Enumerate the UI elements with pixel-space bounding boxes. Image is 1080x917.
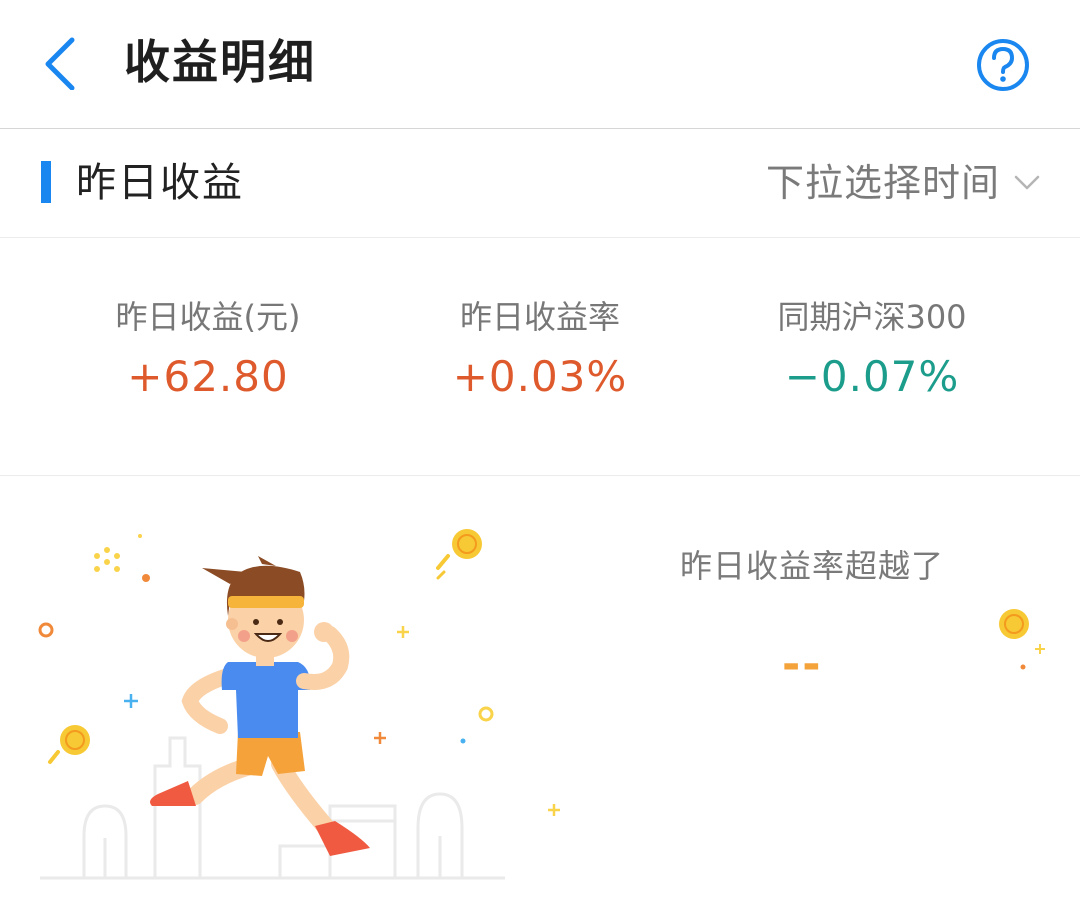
stat-value: +62.80 (127, 352, 289, 401)
stat-csi300: 同期沪深300 −0.07% (692, 296, 1052, 406)
section-accent-bar (41, 161, 51, 203)
page-title: 收益明细 (124, 35, 316, 89)
ranking-label: 昨日收益率超越了 (680, 547, 945, 585)
runner-illustration (38, 529, 1045, 880)
stat-yesterday-earnings: 昨日收益(元) +62.80 (28, 296, 388, 406)
ranking-illustration-panel: 昨日收益率超越了 -- (0, 476, 1080, 917)
stat-value: −0.07% (784, 352, 960, 401)
stat-value: +0.03% (452, 352, 628, 401)
chevron-down-icon (1014, 175, 1040, 190)
ranking-value: -- (782, 639, 823, 690)
section-title: 昨日收益 (76, 160, 244, 206)
section-header: 昨日收益 下拉选择时间 (0, 129, 1080, 238)
question-circle-icon (977, 39, 1029, 91)
back-button[interactable] (36, 34, 86, 91)
stat-label: 同期沪深300 (777, 298, 967, 336)
chevron-left-icon (45, 37, 75, 91)
date-picker-label: 下拉选择时间 (765, 161, 1000, 205)
stat-label: 昨日收益率 (459, 298, 620, 336)
top-bar: 收益明细 (0, 0, 1080, 129)
stat-yesterday-rate: 昨日收益率 +0.03% (360, 296, 720, 406)
stats-panel: 昨日收益(元) +62.80 昨日收益率 +0.03% 同期沪深300 −0.0… (0, 238, 1080, 476)
help-button[interactable] (975, 37, 1031, 93)
date-picker-dropdown[interactable]: 下拉选择时间 (766, 153, 1040, 213)
stat-label: 昨日收益(元) (115, 298, 301, 336)
